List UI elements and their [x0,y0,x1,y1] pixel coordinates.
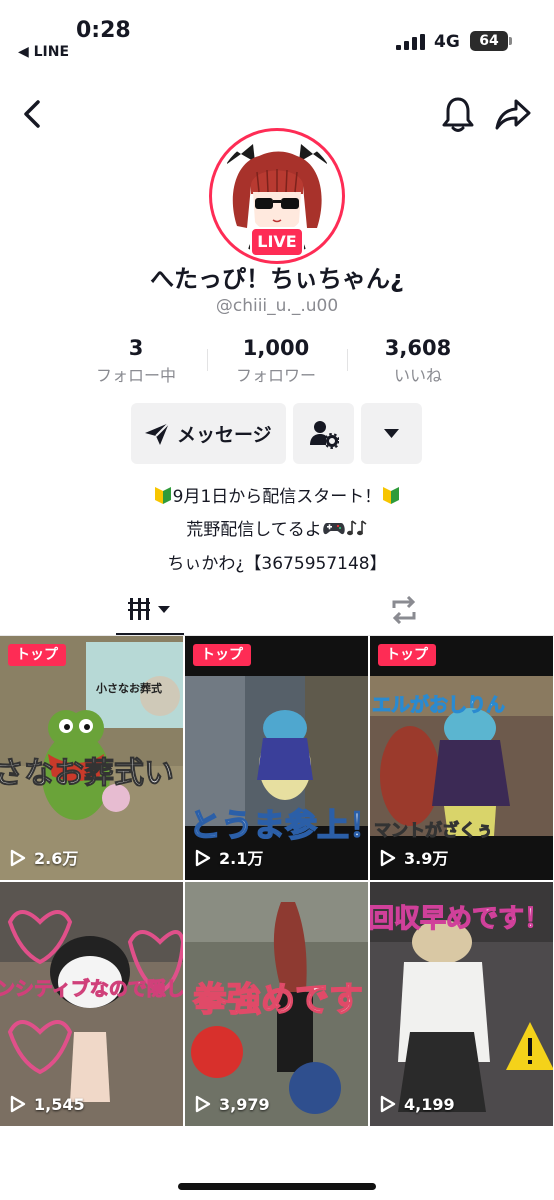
play-icon [380,1095,396,1113]
message-label: メッセージ [177,424,272,446]
music-notes-icon [346,520,367,536]
video-3-image [370,636,553,880]
video-sign-text: 小さなお葬式 [96,682,162,695]
game-controller-icon [323,523,345,535]
dropdown-arrow-icon [384,429,399,438]
bio-text-2: 荒野配信してるよ [186,520,322,540]
network-type: 4G [434,32,460,52]
pinned-badge: トップ [193,644,251,666]
video-overlay-text: ンシティブなので隠し [0,978,183,1001]
play-icon [195,1095,211,1113]
view-count: 3,979 [195,1094,270,1116]
video-overlay-text: さなお葬式い [0,756,175,792]
play-icon [380,849,396,867]
play-icon [10,1095,26,1113]
likes-label: いいね [393,366,442,385]
more-options-button[interactable] [361,403,422,464]
back-to-line-link[interactable]: ◀ LINE [18,44,69,60]
beginner-mark-icon [383,487,400,504]
share-icon[interactable] [494,96,532,132]
video-thumbnail[interactable]: トップ 小さなお葬式 さなお葬式い 2.6万 [0,636,183,880]
view-count: 2.6万 [10,848,78,870]
message-button[interactable]: メッセージ [131,403,286,464]
bio-line-3: ちぃかわ¿【3675957148】 [167,554,387,574]
home-indicator[interactable] [178,1183,376,1190]
video-overlay-text: 回収早めです！ [370,903,551,934]
video-4-image [0,882,183,1126]
bio-line-1: 9月1日から配信スタート！ [0,482,554,507]
play-icon [10,849,26,867]
view-count-value: 1,545 [34,1095,85,1114]
view-count-value: 2.6万 [34,849,79,868]
tab-videos[interactable] [116,590,184,636]
display-name: へたっぴ！ちぃちゃん¿ [150,265,404,293]
video-thumbnail[interactable]: トップ とうま参上！ 2.1万 [185,636,368,880]
pinned-badge: トップ [8,644,66,666]
following-label: フォロー中 [95,366,176,385]
video-thumbnail[interactable]: 回収早めです！ 4,199 [370,882,553,1126]
video-thumbnail[interactable]: ンシティブなので隠し 1,545 [0,882,183,1126]
likes-stat[interactable]: 3,608 いいね [348,336,488,386]
status-time: 0:28 [76,18,131,43]
video-thumbnail[interactable]: トップ エルがおしりん マントがざくぅ 3.9万 [370,636,553,880]
live-badge[interactable]: LIVE [250,227,304,257]
view-count: 2.1万 [195,848,263,870]
beginner-mark-icon [154,487,171,504]
view-count-value: 4,199 [404,1095,455,1114]
bell-icon[interactable] [440,94,476,134]
signal-icon [396,34,425,50]
followers-label: フォロワー [235,366,316,385]
followers-stat[interactable]: 1,000 フォロワー [206,336,346,386]
bio-text-1: 9月1日から配信スタート！ [172,487,382,507]
repost-icon [392,596,416,624]
video-overlay-text: とうま参上！ [188,805,368,845]
video-overlay-text: 拳強めです [192,979,364,1021]
view-count-value: 3.9万 [404,849,449,868]
send-icon [145,422,170,445]
follow-settings-button[interactable] [293,403,354,464]
back-arrow-icon[interactable] [18,96,50,132]
pinned-badge: トップ [378,644,436,666]
likes-count: 3,608 [384,336,452,360]
view-count: 4,199 [380,1094,455,1116]
videos-grid-icon [128,598,170,620]
tab-reposts[interactable] [384,590,424,630]
play-icon [195,849,211,867]
video-grid: トップ 小さなお葬式 さなお葬式い 2.6万 トップ とうま参上！ 2.1万 ト… [0,636,554,1126]
view-count-value: 3,979 [219,1095,270,1114]
battery-icon: 64 [470,31,512,51]
following-count: 3 [128,336,144,360]
video-overlay-text-2: マントがざくぅ [374,821,494,842]
view-count: 1,545 [10,1094,85,1116]
bio-line-2: 荒野配信してるよ [0,515,554,540]
video-overlay-text: エルがおしりん [371,694,506,717]
video-thumbnail[interactable]: 拳強めです 3,979 [185,882,368,1126]
view-count-value: 2.1万 [219,849,264,868]
username: @chiii_u._.u00 [215,296,339,316]
following-stat[interactable]: 3 フォロー中 [66,336,206,386]
view-count: 3.9万 [380,848,448,870]
user-settings-icon [310,421,339,449]
followers-count: 1,000 [242,336,310,360]
status-bar: 0:28 ◀ LINE 4G 64 [0,0,554,70]
